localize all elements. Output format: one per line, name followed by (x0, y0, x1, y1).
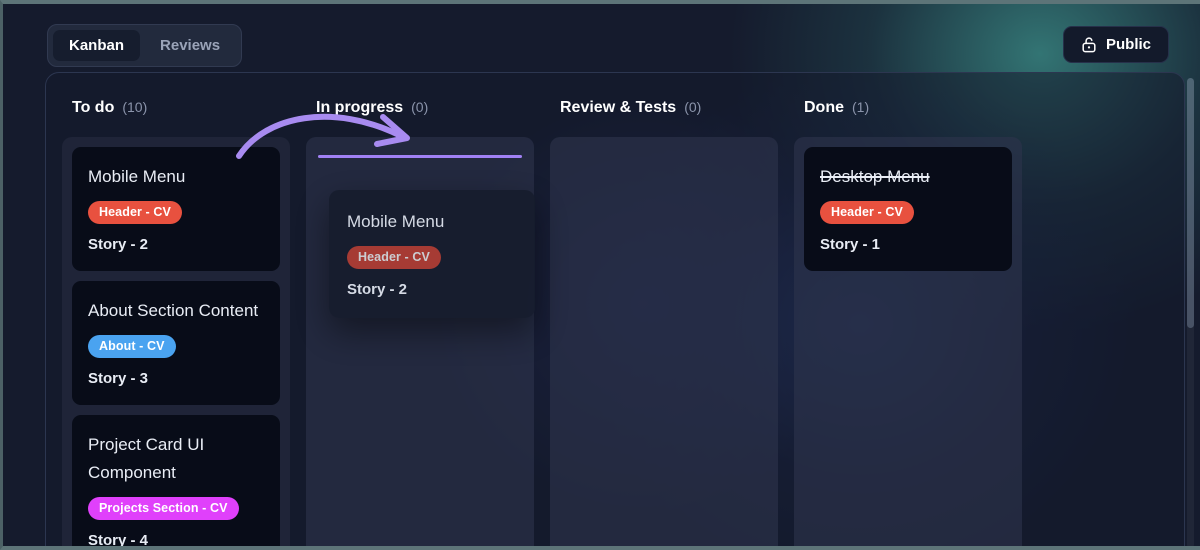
column-title: Done (804, 99, 844, 116)
visibility-public-button[interactable]: Public (1062, 26, 1169, 63)
column-title: To do (72, 99, 115, 116)
column-title: Review & Tests (560, 99, 677, 116)
card-story: Story - 2 (88, 236, 149, 254)
card-badge[interactable]: About - CV (88, 335, 176, 359)
tab-reviews-label: Reviews (160, 37, 221, 54)
card-badge[interactable]: Projects Section - CV (88, 496, 239, 520)
card-title: Project Card UI Component (88, 435, 205, 482)
column-done: Done (1) Desktop Menu Header - CV Story … (794, 73, 1022, 546)
card-title: Mobile Menu (88, 167, 186, 186)
column-body-to-do[interactable]: Mobile Menu Header - CV Story - 2 About … (62, 137, 290, 549)
column-header-in-progress: In progress (0) (306, 99, 534, 121)
column-count: (1) (852, 99, 870, 115)
column-title: In progress (316, 99, 404, 116)
column-header-done: Done (1) (794, 99, 1022, 121)
card-desktop-menu[interactable]: Desktop Menu Header - CV Story - 1 (804, 147, 1012, 272)
tab-kanban-label: Kanban (69, 37, 125, 54)
card-badge[interactable]: Header - CV (820, 201, 914, 225)
tab-reviews[interactable]: Reviews (144, 30, 236, 61)
column-header-review-and-tests: Review & Tests (0) (550, 99, 778, 121)
card-story: Story - 1 (820, 236, 881, 254)
top-bar: Kanban Reviews Public (3, 4, 1200, 72)
column-header-to-do: To do (10) (62, 99, 290, 121)
card-story: Story - 3 (88, 370, 149, 388)
column-to-do: To do (10) Mobile Menu Header - CV Story… (62, 73, 290, 549)
card-title: About Section Content (88, 301, 259, 321)
card-mobile-menu[interactable]: Mobile Menu Header - CV Story - 2 (72, 147, 280, 272)
drag-preview-badge: Header - CV (347, 246, 441, 270)
column-review-and-tests: Review & Tests (0) (550, 73, 778, 546)
drag-preview-title: Mobile Menu (347, 212, 445, 231)
column-count: (0) (411, 99, 429, 115)
column-count: (10) (122, 99, 148, 115)
drag-preview-card[interactable]: Mobile Menu Header - CV Story - 2 (329, 190, 535, 319)
column-count: (0) (684, 99, 702, 115)
kanban-board: To do (10) Mobile Menu Header - CV Story… (45, 72, 1185, 549)
drop-indicator (318, 155, 522, 158)
column-body-done[interactable]: Desktop Menu Header - CV Story - 1 (794, 137, 1022, 546)
card-story: Story - 4 (88, 531, 149, 549)
card-badge[interactable]: Header - CV (88, 201, 182, 225)
page-scrollbar-thumb[interactable] (1187, 78, 1194, 328)
tab-kanban[interactable]: Kanban (53, 30, 141, 61)
card-title: Desktop Menu (820, 167, 930, 186)
view-tabs: Kanban Reviews (47, 24, 243, 67)
visibility-public-label: Public (1105, 36, 1151, 53)
card-project-card-ui-component[interactable]: Project Card UI Component Projects Secti… (72, 415, 280, 549)
kanban-columns: To do (10) Mobile Menu Header - CV Story… (46, 73, 1184, 549)
app-viewport: Kanban Reviews Public To do (10) Mobile … (0, 0, 1200, 550)
page-scrollbar[interactable] (1187, 78, 1194, 546)
unlock-icon (1081, 36, 1097, 53)
drag-preview-story: Story - 2 (347, 281, 408, 299)
column-body-review-and-tests[interactable] (550, 137, 778, 546)
card-about-section-content[interactable]: About Section Content About - CV Story -… (72, 281, 280, 406)
